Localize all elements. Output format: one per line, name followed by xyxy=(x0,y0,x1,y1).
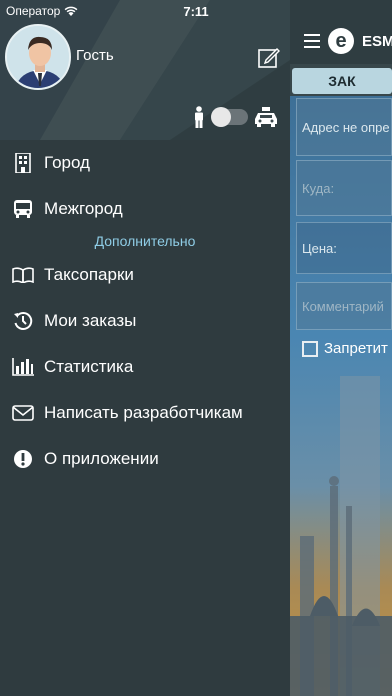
menu-item-about[interactable]: О приложении xyxy=(0,436,290,482)
menu-item-contact-developers[interactable]: Написать разработчикам xyxy=(0,390,290,436)
price-field[interactable]: Цена: xyxy=(296,222,392,274)
bar-chart-icon xyxy=(12,356,34,378)
menu-item-label: О приложении xyxy=(44,449,159,468)
status-bar: Оператор 7:11 xyxy=(0,0,392,22)
wifi-icon xyxy=(64,6,78,16)
passenger-driver-switch[interactable] xyxy=(192,106,278,128)
menu-item-taxi-parks[interactable]: Таксопарки xyxy=(0,252,290,298)
city-skyline-illustration xyxy=(290,376,392,696)
menu-item-my-orders[interactable]: Мои заказы xyxy=(0,298,290,344)
checkbox-label: Запретит xyxy=(324,340,388,357)
info-icon xyxy=(12,448,34,470)
bus-icon xyxy=(12,198,34,220)
tab-order[interactable]: ЗАК xyxy=(292,68,392,94)
checkbox[interactable] xyxy=(302,340,318,357)
menu-item-statistics[interactable]: Статистика xyxy=(0,344,290,390)
forbid-checkbox-row[interactable]: Запретит xyxy=(302,340,388,357)
section-label-extra: Дополнительно xyxy=(94,233,196,249)
pickup-address-field[interactable]: Адрес не опре xyxy=(296,98,392,156)
menu-item-label: Статистика xyxy=(44,357,134,376)
main-screen: e ESM ЗАК Адрес не опре Куда: Цена: Комм… xyxy=(290,0,392,696)
book-icon xyxy=(12,264,34,286)
building-icon xyxy=(12,152,34,174)
menu-item-label: Город xyxy=(44,153,90,172)
drawer-menu: Город Межгород Дополнительно Таксопарки … xyxy=(0,140,290,482)
app-logo: e xyxy=(328,28,354,54)
menu-item-label: Таксопарки xyxy=(44,265,134,284)
comment-field[interactable]: Комментарий xyxy=(296,282,392,330)
app-title: ESM xyxy=(362,33,392,50)
edit-icon[interactable] xyxy=(258,46,280,68)
menu-item-label: Написать разработчикам xyxy=(44,403,243,422)
username: Гость xyxy=(76,47,114,64)
envelope-icon xyxy=(12,402,34,424)
avatar[interactable] xyxy=(5,24,71,90)
carrier-info: Оператор xyxy=(6,4,78,18)
history-icon xyxy=(12,310,34,332)
menu-item-city[interactable]: Город xyxy=(0,140,290,186)
menu-item-label: Межгород xyxy=(44,199,123,218)
carrier-name: Оператор xyxy=(6,4,61,18)
hamburger-menu-icon[interactable] xyxy=(304,34,320,48)
mode-toggle[interactable] xyxy=(211,107,248,127)
menu-item-label: Мои заказы xyxy=(44,311,137,330)
destination-field[interactable]: Куда: xyxy=(296,160,392,216)
navigation-drawer: Гость Город Межгород Дополнительно Таксо… xyxy=(0,0,290,696)
taxi-icon xyxy=(255,107,277,127)
menu-item-intercity[interactable]: Межгород xyxy=(0,186,290,232)
passenger-icon xyxy=(195,106,203,128)
